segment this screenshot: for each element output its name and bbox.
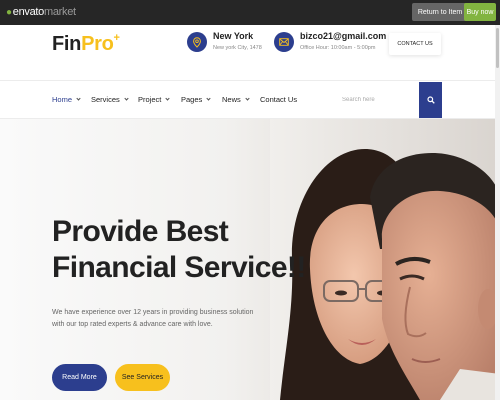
read-more-button[interactable]: Read More bbox=[52, 364, 107, 391]
search-box bbox=[336, 82, 420, 118]
search-button[interactable] bbox=[419, 82, 442, 118]
nav-label: Project bbox=[138, 95, 162, 104]
nav-label: Services bbox=[91, 95, 120, 104]
nav-item-news[interactable]: News bbox=[222, 95, 250, 104]
hero-title: Provide Best Financial Service!! bbox=[52, 214, 306, 286]
nav-label: News bbox=[222, 95, 241, 104]
search-icon bbox=[426, 96, 435, 104]
hero-title-line-1: Provide Best bbox=[52, 215, 229, 248]
office-hours: Office Hour: 10:00am - 5:00pm bbox=[300, 45, 376, 51]
logo-plus: + bbox=[113, 32, 120, 44]
location-title: New York bbox=[213, 31, 254, 41]
envato-logo-text: envato bbox=[12, 6, 45, 18]
buy-now-button[interactable]: Buy now bbox=[464, 3, 496, 21]
hero-description: We have experience over 12 years in prov… bbox=[52, 309, 254, 328]
site-header: FinPro+ New York New york City, 1478 biz… bbox=[0, 25, 500, 81]
scrollbar-thumb[interactable] bbox=[496, 28, 499, 68]
hero-title-line-2: Financial Service!! bbox=[52, 251, 306, 284]
location-subtitle: New york City, 1478 bbox=[213, 45, 262, 51]
search-input[interactable] bbox=[336, 82, 420, 118]
nav-label: Pages bbox=[181, 95, 203, 104]
leaf-icon: ● bbox=[6, 7, 12, 18]
nav-item-pages[interactable]: Pages bbox=[181, 95, 211, 104]
return-to-item-button[interactable]: Return to Item bbox=[412, 3, 468, 21]
see-services-button[interactable]: See Services bbox=[115, 364, 170, 391]
email-address[interactable]: bizco21@gmail.com bbox=[300, 31, 386, 42]
nav-label: Home bbox=[52, 95, 73, 104]
finpro-logo[interactable]: FinPro+ bbox=[52, 32, 120, 56]
nav-item-home[interactable]: Home bbox=[52, 95, 81, 104]
nav-item-contact-us[interactable]: Contact Us bbox=[260, 95, 297, 104]
chevron-down-icon bbox=[76, 96, 81, 101]
envelope-icon bbox=[274, 32, 294, 52]
chevron-down-icon bbox=[245, 96, 250, 101]
nav-item-services[interactable]: Services bbox=[91, 95, 129, 104]
nav-label: Contact Us bbox=[260, 95, 298, 104]
nav-item-project[interactable]: Project bbox=[138, 95, 170, 104]
envato-logo-market: market bbox=[43, 6, 76, 18]
main-nav: Home Services Project Pages News Contact… bbox=[0, 82, 500, 119]
chevron-down-icon bbox=[206, 96, 211, 101]
envato-market-logo[interactable]: ●envatomarket bbox=[6, 6, 76, 19]
page-scrollbar[interactable] bbox=[495, 25, 500, 400]
contact-us-button[interactable]: CONTACT US bbox=[389, 33, 441, 55]
chevron-down-icon bbox=[124, 96, 129, 101]
chevron-down-icon bbox=[165, 96, 170, 101]
logo-fin: Fin bbox=[52, 33, 82, 55]
location-info: New York New york City, 1478 bbox=[187, 31, 262, 52]
email-info: bizco21@gmail.com Office Hour: 10:00am -… bbox=[274, 31, 386, 52]
map-pin-icon bbox=[187, 32, 207, 52]
logo-pro: Pro bbox=[81, 33, 114, 55]
